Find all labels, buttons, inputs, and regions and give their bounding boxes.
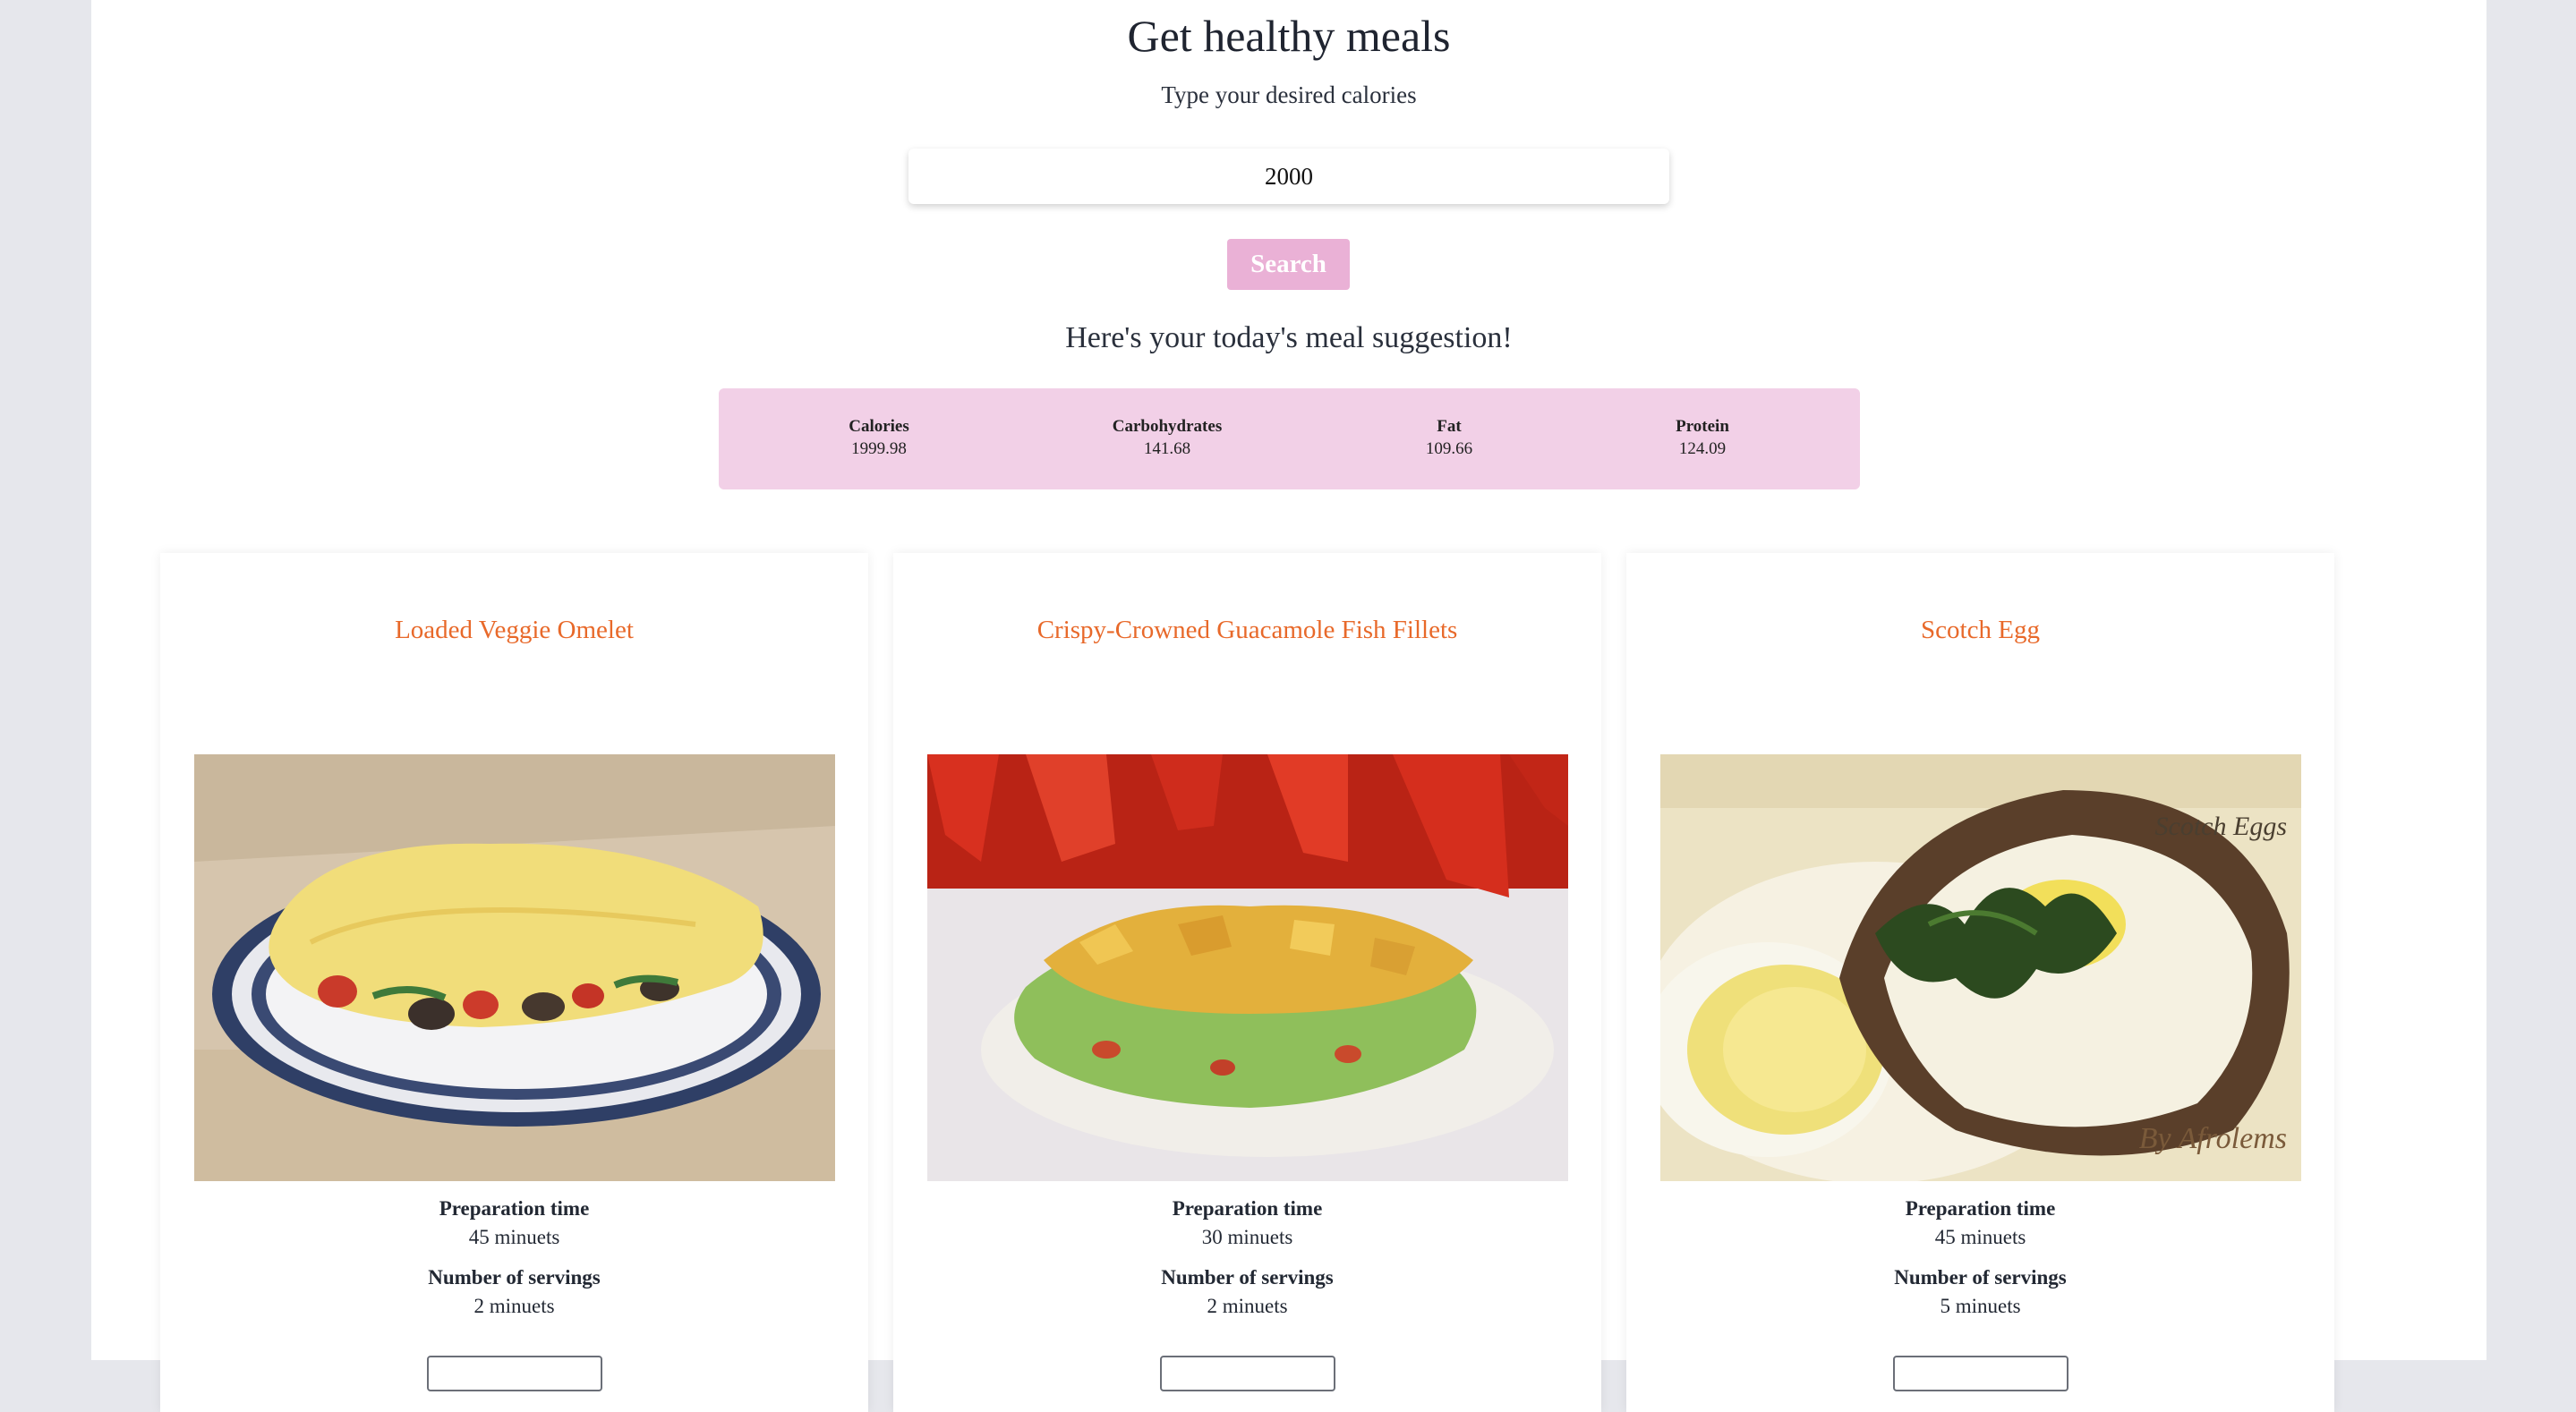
nutrient-value: 109.66 — [1425, 439, 1473, 458]
page-title: Get healthy meals — [1127, 11, 1451, 61]
nutrient-label: Calories — [849, 417, 909, 436]
nutrient-summary: Calories 1999.98 Carbohydrates 141.68 Fa… — [719, 388, 1860, 489]
prep-time-value: 45 minuets — [468, 1226, 560, 1248]
nutrient-carbohydrates: Carbohydrates 141.68 — [1078, 415, 1257, 460]
nutrient-label: Protein — [1676, 417, 1729, 436]
prep-time-value: 45 minuets — [1934, 1226, 2026, 1248]
meal-action-button[interactable] — [1160, 1356, 1335, 1391]
servings-label: Number of servings — [428, 1266, 601, 1289]
meal-image-omelet — [194, 754, 835, 1181]
meal-image-scotch-egg: Scotch Eggs By Afrolems — [1660, 754, 2301, 1181]
meal-action-button[interactable] — [427, 1356, 602, 1391]
servings-label: Number of servings — [1161, 1266, 1334, 1289]
nutrient-label: Fat — [1437, 417, 1462, 436]
servings-value: 2 minuets — [1207, 1295, 1288, 1317]
prep-time-label: Preparation time — [1905, 1197, 2056, 1220]
calories-input[interactable] — [908, 149, 1669, 204]
prep-time-label: Preparation time — [439, 1197, 590, 1220]
search-button[interactable]: Search — [1227, 239, 1350, 290]
suggestion-heading: Here's your today's meal suggestion! — [1065, 321, 1513, 354]
calories-prompt: Type your desired calories — [1161, 81, 1417, 108]
meal-title[interactable]: Scotch Egg — [1626, 612, 2334, 648]
image-caption-watermark: By Afrolems — [2139, 1122, 2287, 1155]
meal-title[interactable]: Crispy-Crowned Guacamole Fish Fillets — [893, 612, 1601, 648]
nutrient-protein: Protein 124.09 — [1613, 415, 1792, 460]
nutrient-value: 124.09 — [1678, 439, 1727, 458]
meal-card: Loaded Veggie Omelet Preparation time 45… — [160, 553, 868, 1412]
meal-title[interactable]: Loaded Veggie Omelet — [160, 612, 868, 648]
page-container: Get healthy meals Type your desired calo… — [91, 0, 2486, 1412]
meal-card: Crispy-Crowned Guacamole Fish Fillets Pr… — [893, 553, 1601, 1412]
prep-time-label: Preparation time — [1172, 1197, 1323, 1220]
nutrient-calories: Calories 1999.98 — [789, 415, 968, 460]
nutrient-value: 1999.98 — [851, 439, 907, 458]
nutrient-label: Carbohydrates — [1112, 417, 1223, 436]
servings-value: 2 minuets — [473, 1295, 555, 1317]
meal-card: Scotch Egg Scotch Eggs By Afrolems Prepa… — [1626, 553, 2334, 1412]
meal-action-button[interactable] — [1893, 1356, 2068, 1391]
meal-image-fish-fillets — [927, 754, 1568, 1181]
servings-value: 5 minuets — [1940, 1295, 2021, 1317]
nutrient-value: 141.68 — [1143, 439, 1191, 458]
prep-time-value: 30 minuets — [1201, 1226, 1293, 1248]
image-caption-scotch-eggs: Scotch Eggs — [2155, 812, 2287, 841]
servings-label: Number of servings — [1894, 1266, 2067, 1289]
nutrient-fat: Fat 109.66 — [1360, 415, 1539, 460]
